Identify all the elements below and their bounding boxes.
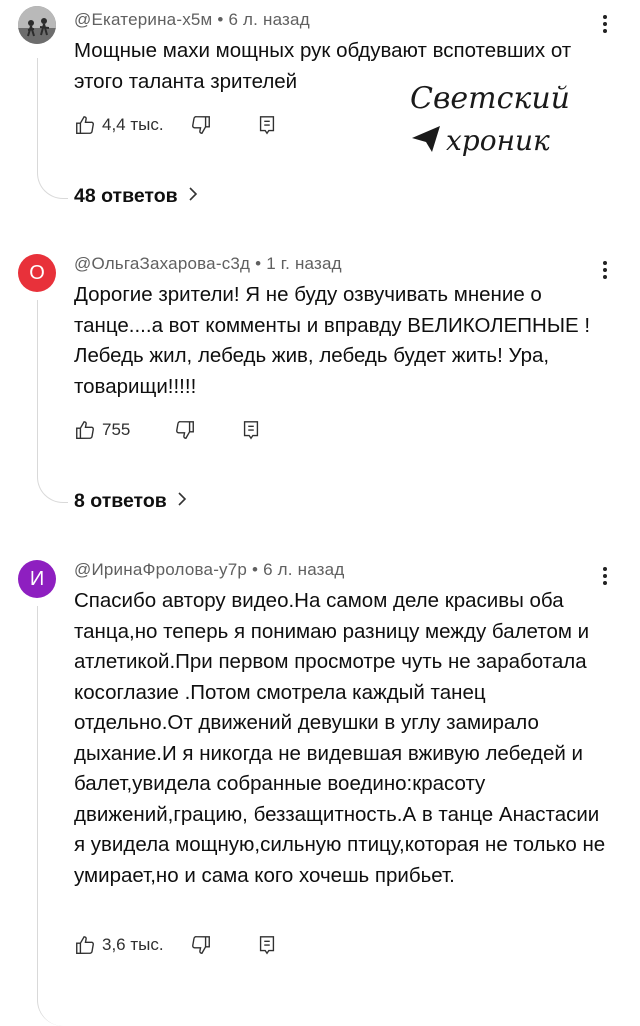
comment-text: Дорогие зрители! Я не буду озвучивать мн… — [74, 283, 591, 398]
telegram-icon — [412, 126, 440, 152]
comment-time: 1 г. назад — [266, 254, 342, 273]
watermark-logo: Светский хроник — [402, 68, 577, 178]
thumb-down-icon[interactable] — [174, 419, 196, 441]
avatar-letter: О — [29, 261, 45, 284]
comment-meta: @ОльгаЗахарова-с3д • 1 г. назад — [74, 254, 342, 273]
thumb-up-icon[interactable] — [74, 419, 96, 441]
avatar-letter: И — [29, 567, 45, 590]
thread-line — [37, 300, 68, 503]
more-vertical-icon[interactable] — [600, 260, 610, 280]
comment-time: 6 л. назад — [228, 10, 310, 29]
avatar[interactable]: И — [18, 560, 56, 598]
avatar[interactable] — [18, 6, 56, 44]
thumb-down-icon[interactable] — [190, 934, 212, 956]
watermark-line2: хроник — [446, 124, 550, 157]
more-vertical-icon[interactable] — [600, 566, 610, 586]
thumb-up-icon[interactable] — [74, 114, 96, 136]
comment-meta: @ИринаФролова-у7р • 6 л. назад — [74, 560, 345, 579]
thread-line — [37, 58, 68, 199]
chevron-right-icon — [188, 185, 198, 208]
comment-actions: 3,6 тыс. — [74, 930, 278, 960]
replies-count: 8 ответов — [74, 490, 167, 512]
avatar[interactable]: О — [18, 254, 56, 292]
comment-meta: @Екатерина-х5м • 6 л. назад — [74, 10, 310, 29]
like-count: 3,6 тыс. — [102, 935, 164, 954]
more-vertical-icon[interactable] — [600, 14, 610, 34]
comment-author[interactable]: @Екатерина-х5м — [74, 10, 212, 29]
comment-actions: 4,4 тыс. — [74, 110, 278, 140]
comment-text: Спасибо автору видео.На самом деле краси… — [74, 589, 606, 887]
replies-toggle[interactable]: 48 ответов — [74, 185, 198, 208]
comment-author[interactable]: @ИринаФролова-у7р — [74, 560, 247, 579]
replies-toggle[interactable]: 8 ответов — [74, 490, 187, 513]
reply-comment-icon[interactable] — [240, 419, 262, 441]
like-count: 755 — [102, 420, 131, 439]
chevron-right-icon — [177, 490, 187, 513]
watermark-line1: Светский — [410, 81, 570, 116]
comment-actions: 755 — [74, 415, 262, 445]
reply-comment-icon[interactable] — [256, 114, 278, 136]
comment-time: 6 л. назад — [263, 560, 345, 579]
reply-comment-icon[interactable] — [256, 934, 278, 956]
thumb-down-icon[interactable] — [190, 114, 212, 136]
thumb-up-icon[interactable] — [74, 934, 96, 956]
replies-count: 48 ответов — [74, 185, 178, 207]
thread-line — [37, 606, 68, 1026]
comment-author[interactable]: @ОльгаЗахарова-с3д — [74, 254, 250, 273]
like-count: 4,4 тыс. — [102, 115, 164, 134]
